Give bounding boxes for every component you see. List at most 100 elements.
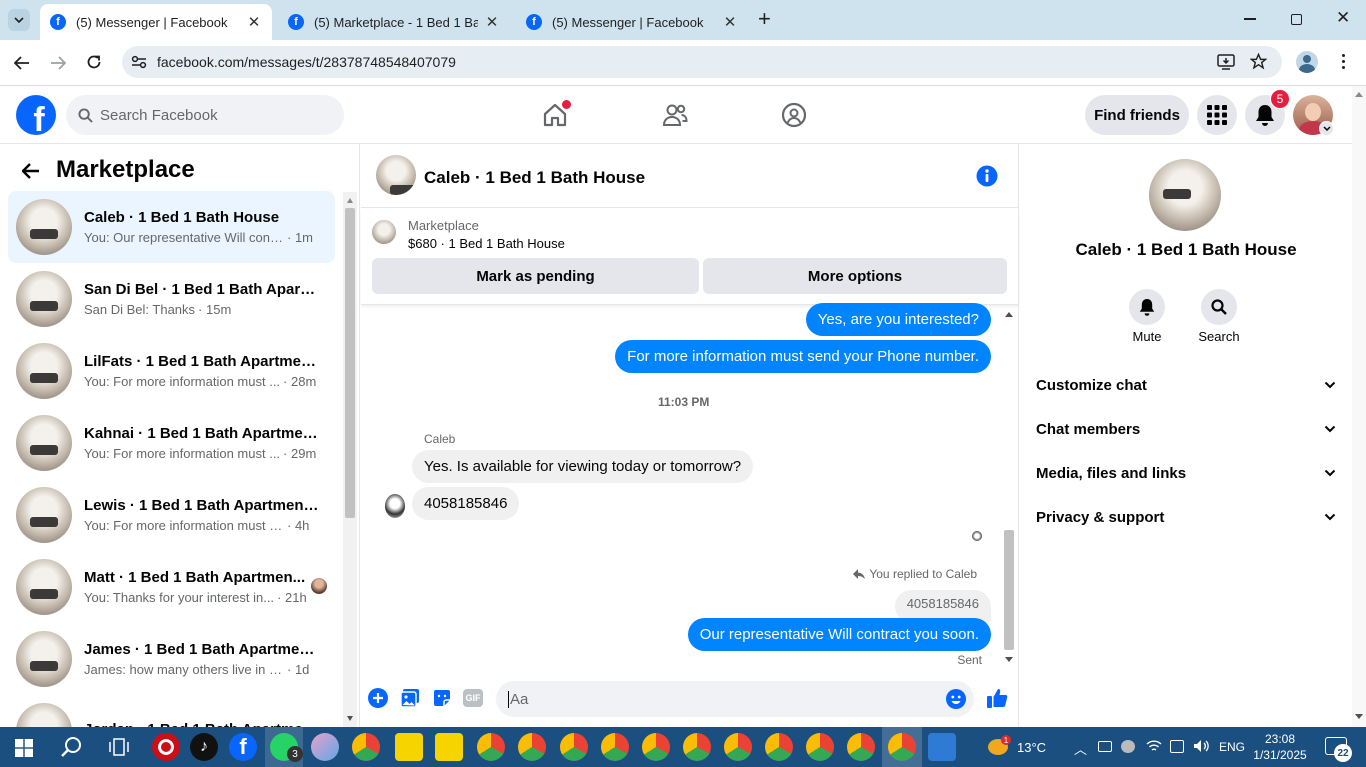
more-options-button[interactable]: More options (703, 258, 1007, 294)
network-status-icon[interactable] (1121, 740, 1135, 753)
details-section[interactable]: Customize chat (1036, 365, 1336, 405)
mark-as-pending-button[interactable]: Mark as pending (372, 258, 699, 294)
message-outgoing[interactable]: Yes, are you interested? (805, 303, 991, 336)
conversation-item[interactable]: Kahnai · 1 Bed 1 Bath Apartment... You: F… (8, 407, 335, 479)
new-tab-button[interactable]: + (758, 8, 771, 30)
paint-icon[interactable] (311, 733, 339, 761)
groups-icon[interactable] (781, 102, 807, 128)
listing-price[interactable]: $680 · 1 Bed 1 Bath House (408, 236, 565, 251)
chat-title[interactable]: Caleb · 1 Bed 1 Bath House (424, 168, 645, 188)
message-outgoing[interactable]: Our representative Will contract you soo… (687, 618, 991, 651)
menu-grid-button[interactable] (1197, 95, 1237, 135)
search-icon[interactable] (61, 736, 83, 758)
conversation-item[interactable]: Lewis · 1 Bed 1 Bath Apartment/... You: F… (8, 479, 335, 551)
details-section[interactable]: Chat members (1036, 409, 1336, 449)
site-info-icon[interactable] (131, 55, 147, 69)
conversation-item[interactable]: Matt · 1 Bed 1 Bath Apartmen... You: Than… (8, 551, 335, 623)
quick-assist-icon[interactable] (928, 733, 956, 761)
forward-arrow-icon[interactable] (50, 55, 66, 71)
conversation-item[interactable]: LilFats · 1 Bed 1 Bath Apartment... You: … (8, 335, 335, 407)
notification-center-icon[interactable]: 22 (1325, 737, 1352, 762)
conversation-scrollbar[interactable] (343, 192, 357, 727)
reload-icon[interactable] (86, 54, 102, 70)
account-chevron[interactable] (1319, 121, 1334, 136)
page-scrollbar[interactable] (1352, 86, 1366, 727)
chrome-icon[interactable] (477, 733, 505, 761)
volume-icon[interactable] (1193, 739, 1209, 753)
task-view-icon[interactable] (109, 738, 129, 756)
conversation-item[interactable]: Caleb · 1 Bed 1 Bath House You: Our repre… (8, 191, 335, 263)
scrollbar-thumb[interactable] (345, 208, 355, 518)
plus-circle-icon[interactable] (368, 688, 388, 708)
opera-icon[interactable] (152, 733, 180, 761)
tab-marketplace[interactable]: f (5) Marketplace - 1 Bed 1 Bath ✕ (278, 4, 510, 40)
chrome-icon[interactable] (765, 733, 793, 761)
chat-scrollbar[interactable] (1002, 306, 1016, 666)
chrome-icon[interactable] (724, 733, 752, 761)
info-icon[interactable] (976, 165, 998, 187)
sticky-notes-icon[interactable] (395, 733, 423, 761)
tab-messenger-2[interactable]: f (5) Messenger | Facebook ✕ (516, 4, 748, 40)
chrome-icon[interactable] (683, 733, 711, 761)
language-indicator[interactable]: ENG (1219, 740, 1245, 754)
close-tab-icon[interactable]: ✕ (484, 13, 500, 31)
like-thumbs-up-icon[interactable] (986, 687, 1008, 709)
conversation-item[interactable]: San Di Bel · 1 Bed 1 Bath Apartm... San D… (8, 263, 335, 335)
windows-start-icon[interactable] (15, 739, 33, 757)
bookmark-star-icon[interactable] (1250, 53, 1267, 70)
display-icon[interactable] (1170, 740, 1184, 753)
close-window-button[interactable]: ✕ (1336, 8, 1350, 28)
conversation-item[interactable]: James · 1 Bed 1 Bath Apartment/... James:… (8, 623, 335, 695)
clock[interactable]: 23:08 1/31/2025 (1250, 731, 1310, 763)
chat-avatar[interactable] (376, 155, 416, 195)
chrome-icon[interactable] (601, 733, 629, 761)
show-hidden-icons[interactable]: ︿ (1074, 739, 1087, 758)
close-tab-icon[interactable]: ✕ (246, 13, 262, 31)
tab-messenger-active[interactable]: f (5) Messenger | Facebook ✕ (40, 4, 272, 40)
photo-icon[interactable] (400, 688, 420, 708)
chrome-icon[interactable] (518, 733, 546, 761)
message-outgoing[interactable]: For more information must send your Phon… (615, 340, 991, 373)
install-app-icon[interactable] (1217, 54, 1235, 70)
chrome-profile-icon[interactable] (352, 733, 380, 761)
whatsapp-taskbar-slot[interactable]: 3 (265, 727, 303, 767)
wifi-icon[interactable] (1146, 739, 1162, 753)
friends-icon[interactable] (662, 103, 688, 127)
chrome-icon[interactable] (642, 733, 670, 761)
chrome-icon[interactable] (888, 733, 916, 761)
active-chrome-slot[interactable] (882, 727, 922, 767)
sender-avatar[interactable] (385, 494, 405, 518)
listing-thumbnail[interactable] (372, 220, 396, 244)
tiktok-icon[interactable]: ♪ (190, 733, 218, 761)
address-bar[interactable]: facebook.com/messages/t/2837874854840707… (122, 46, 1282, 78)
profile-avatar-icon[interactable] (1296, 51, 1318, 73)
details-section[interactable]: Media, files and links (1036, 453, 1336, 493)
sticky-notes-icon[interactable] (435, 733, 463, 761)
details-section[interactable]: Privacy & support (1036, 497, 1336, 537)
back-arrow-icon[interactable] (22, 163, 40, 179)
minimize-button[interactable] (1244, 18, 1256, 20)
tab-search-button[interactable] (8, 9, 30, 31)
maximize-button[interactable] (1291, 14, 1302, 25)
weather-icon[interactable]: 1 (988, 735, 1012, 757)
find-friends-button[interactable]: Find friends (1085, 95, 1189, 135)
message-incoming[interactable]: Yes. Is available for viewing today or t… (412, 450, 754, 483)
browser-menu-icon[interactable] (1342, 54, 1345, 69)
sticker-icon[interactable] (432, 688, 452, 708)
battery-icon[interactable] (1098, 741, 1112, 752)
emoji-icon[interactable] (946, 689, 966, 709)
back-arrow-icon[interactable] (14, 55, 30, 71)
search-conversation-button[interactable] (1201, 289, 1237, 325)
facebook-logo-icon[interactable]: f (16, 95, 56, 135)
message-input[interactable]: Aa (496, 681, 974, 717)
conversation-item[interactable]: Jordan · 1 Bed 1 Bath Apartment... (8, 695, 335, 727)
contact-avatar[interactable] (1149, 159, 1221, 231)
facebook-app-icon[interactable]: f (229, 733, 257, 761)
close-tab-icon[interactable]: ✕ (722, 13, 738, 31)
chrome-icon[interactable] (560, 733, 588, 761)
gif-icon[interactable]: GIF (463, 689, 483, 707)
chrome-icon[interactable] (847, 733, 875, 761)
message-incoming[interactable]: 4058185846 (412, 487, 520, 520)
mute-button[interactable] (1129, 289, 1165, 325)
facebook-search-input[interactable]: Search Facebook (66, 95, 344, 135)
